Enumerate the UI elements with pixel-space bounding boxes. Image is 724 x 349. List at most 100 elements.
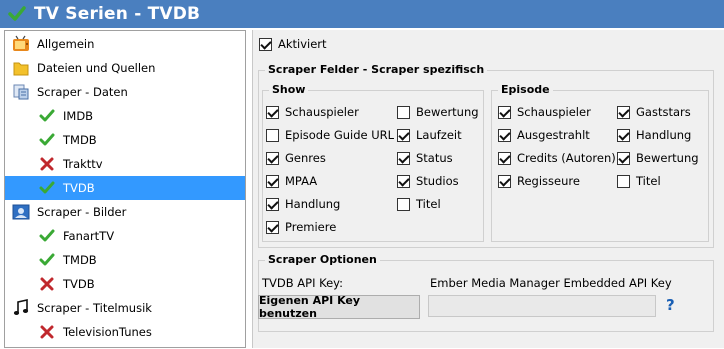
checkbox-label: Bewertung (636, 151, 699, 165)
music-note-icon (11, 298, 31, 318)
tree-item-label: Trakttv (63, 157, 103, 171)
checkbox[interactable] (617, 128, 630, 142)
tree-item-label: TMDB (63, 133, 97, 147)
tree-item-imdb[interactable]: IMDB (5, 104, 93, 128)
checkbox-label: Schauspieler (517, 105, 591, 119)
tree-item-label: TVDB (63, 277, 95, 291)
tree-item-dateien-und-quellen[interactable]: Dateien und Quellen (5, 56, 155, 80)
tree-item-tvdb-bilder[interactable]: TVDB (5, 272, 95, 296)
show-premiere-checkbox[interactable]: Premiere (266, 220, 336, 234)
checkbox-label: Genres (285, 151, 326, 165)
check-icon (37, 130, 57, 150)
check-icon (37, 250, 57, 270)
tree-item-scraper-bilder[interactable]: Scraper - Bilder (5, 200, 126, 224)
aktiviert-label: Aktiviert (278, 37, 327, 51)
checkbox[interactable] (266, 220, 279, 234)
checkbox-label: Titel (416, 197, 441, 211)
tree-item-label: Dateien und Quellen (37, 61, 156, 75)
tree-item-trakttv[interactable]: Trakttv (5, 152, 103, 176)
episode-gaststars-checkbox[interactable]: Gaststars (617, 105, 691, 119)
checkbox-label: Regisseure (517, 174, 580, 188)
checkbox-label: Bewertung (416, 105, 479, 119)
checkbox[interactable] (259, 37, 272, 51)
tree-item-label: Scraper - Titelmusik (37, 301, 152, 315)
tree-item-tmdb[interactable]: TMDB (5, 128, 97, 152)
data-scraper-icon (11, 82, 31, 102)
checkbox[interactable] (266, 128, 279, 142)
checkbox[interactable] (498, 128, 511, 142)
checkbox-label: Handlung (636, 128, 692, 142)
checkbox-label: Titel (636, 174, 661, 188)
api-key-value: Ember Media Manager Embedded API Key (430, 276, 672, 290)
cross-icon (37, 322, 57, 342)
show-studios-checkbox[interactable]: Studios (397, 174, 459, 188)
checkbox[interactable] (266, 197, 279, 211)
tree-item-label: TMDB (63, 253, 97, 267)
tree-item-label: FanartTV (63, 229, 115, 243)
checkbox-label: Studios (416, 174, 459, 188)
tree-item-fanarttv[interactable]: FanartTV (5, 224, 114, 248)
show-title: Show (269, 83, 309, 96)
checkbox-label: Premiere (285, 220, 337, 234)
show-status-checkbox[interactable]: Status (397, 151, 453, 165)
tv-icon (11, 34, 31, 54)
episode-titel-checkbox[interactable]: Titel (617, 174, 661, 188)
episode-credits-checkbox[interactable]: Credits (Autoren) (498, 151, 616, 165)
tree-item-tmdb-bilder[interactable]: TMDB (5, 248, 97, 272)
checkbox[interactable] (266, 105, 279, 119)
tree-item-label: IMDB (63, 109, 94, 123)
checkbox-label: Handlung (285, 197, 341, 211)
checkbox[interactable] (397, 174, 410, 188)
checkbox-label: Gaststars (636, 105, 691, 119)
own-api-key-button[interactable]: Eigenen API Key benutzen (258, 294, 420, 320)
show-titel-checkbox[interactable]: Titel (397, 197, 441, 211)
check-icon (8, 6, 26, 21)
tree-item-label: TelevisionTunes (63, 325, 152, 339)
checkbox[interactable] (617, 174, 630, 188)
settings-tree: Allgemein Dateien und Quellen Scraper - … (4, 30, 246, 348)
tree-item-scraper-titelmusik[interactable]: Scraper - Titelmusik (5, 296, 152, 320)
check-icon (37, 178, 57, 198)
own-api-key-input[interactable] (428, 295, 656, 317)
tree-item-allgemein[interactable]: Allgemein (5, 32, 94, 56)
tree-item-scraper-daten[interactable]: Scraper - Daten (5, 80, 128, 104)
aktiviert-checkbox[interactable]: Aktiviert (259, 37, 327, 51)
checkbox[interactable] (498, 174, 511, 188)
checkbox[interactable] (266, 174, 279, 188)
show-laufzeit-checkbox[interactable]: Laufzeit (397, 128, 462, 142)
checkbox[interactable] (498, 105, 511, 119)
checkbox-label: Ausgestrahlt (517, 128, 590, 142)
tree-item-televisiontunes[interactable]: TelevisionTunes (5, 320, 152, 344)
show-handlung-checkbox[interactable]: Handlung (266, 197, 340, 211)
image-scraper-icon (11, 202, 31, 222)
checkbox[interactable] (498, 151, 511, 165)
episode-schauspieler-checkbox[interactable]: Schauspieler (498, 105, 591, 119)
tree-item-tvdb-selected[interactable]: TVDB (5, 176, 245, 200)
show-mpaa-checkbox[interactable]: MPAA (266, 174, 317, 188)
checkbox-label: Laufzeit (416, 128, 462, 142)
checkbox[interactable] (397, 105, 410, 119)
checkbox[interactable] (397, 151, 410, 165)
show-schauspieler-checkbox[interactable]: Schauspieler (266, 105, 359, 119)
episode-handlung-checkbox[interactable]: Handlung (617, 128, 691, 142)
checkbox[interactable] (617, 151, 630, 165)
episode-ausgestrahlt-checkbox[interactable]: Ausgestrahlt (498, 128, 590, 142)
checkbox[interactable] (397, 197, 410, 211)
checkbox[interactable] (397, 128, 410, 142)
tree-item-label: Scraper - Bilder (37, 205, 127, 219)
check-icon (37, 106, 57, 126)
checkbox-label: Status (416, 151, 453, 165)
checkbox-label: Episode Guide URL (285, 128, 395, 142)
tree-item-label: TVDB (63, 181, 95, 195)
tree-item-label: Scraper - Daten (37, 85, 128, 99)
show-genres-checkbox[interactable]: Genres (266, 151, 326, 165)
checkbox-label: MPAA (285, 174, 318, 188)
checkbox[interactable] (266, 151, 279, 165)
show-episode-guide-url-checkbox[interactable]: Episode Guide URL (266, 128, 394, 142)
show-bewertung-checkbox[interactable]: Bewertung (397, 105, 479, 119)
checkbox[interactable] (617, 105, 630, 119)
episode-regisseure-checkbox[interactable]: Regisseure (498, 174, 580, 188)
episode-bewertung-checkbox[interactable]: Bewertung (617, 151, 699, 165)
window-title: TV Serien - TVDB (34, 4, 201, 24)
help-icon[interactable]: ? (666, 296, 675, 314)
